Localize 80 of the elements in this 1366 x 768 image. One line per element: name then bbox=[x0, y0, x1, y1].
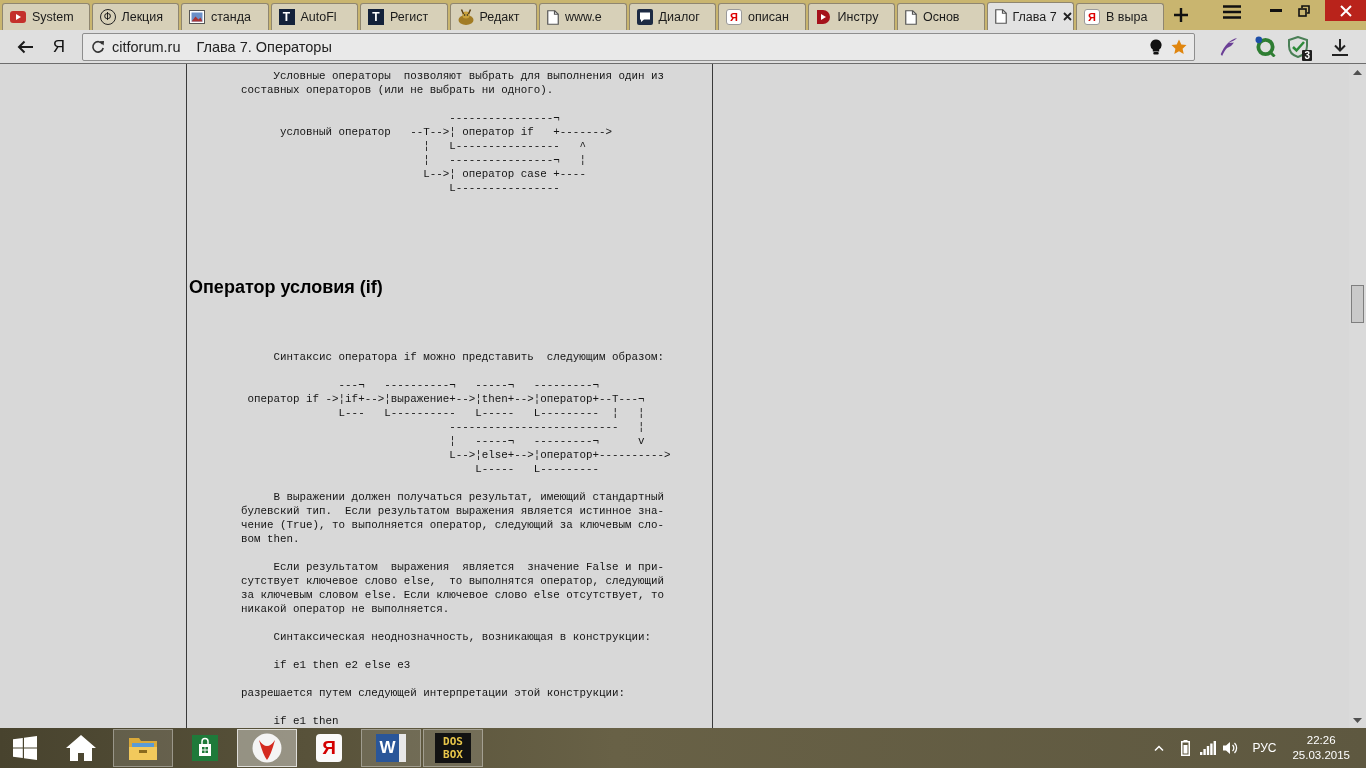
paragraph: В выражении должен получаться результат, имеющий стандартный булевский тип. Если результатом выражения является истинное зна- чение (True), то выполняется оператор, следующий за ключевым сло- вом then. bbox=[241, 490, 664, 546]
code-line: if e1 then e2 else e3 bbox=[273, 658, 411, 672]
feather-icon bbox=[1218, 36, 1238, 57]
browser-tab[interactable]: Глава 7 bbox=[986, 2, 1074, 30]
taskbar-button[interactable] bbox=[113, 729, 173, 767]
page-icon bbox=[905, 9, 917, 25]
caret-up-icon bbox=[1353, 69, 1362, 75]
letter-document-icon: W bbox=[376, 734, 406, 762]
close-icon[interactable] bbox=[1062, 12, 1072, 21]
browser-tab[interactable]: T AutoFl bbox=[270, 3, 358, 30]
letter-icon: T bbox=[278, 9, 295, 25]
address-field[interactable]: citforum.ru Глава 7. Операторы bbox=[82, 32, 1195, 61]
text-tile-icon: DOS BOX bbox=[435, 733, 471, 763]
chevron-up-icon[interactable] bbox=[1154, 745, 1165, 751]
window-panes-icon bbox=[13, 736, 37, 760]
paragraph: Условные операторы позволяют выбрать для выполнения один из составных операторов (или не выбрать ни одного). bbox=[241, 69, 664, 97]
logo-button[interactable]: Я bbox=[51, 32, 67, 61]
shopping-bag-icon bbox=[192, 735, 218, 761]
domain-text: citforum.ru bbox=[112, 38, 181, 55]
browser-tab[interactable]: Редакт bbox=[449, 3, 537, 30]
close-button[interactable] bbox=[1325, 0, 1366, 21]
taskbar-button[interactable] bbox=[237, 729, 297, 767]
taskbar-button[interactable]: DOS BOX bbox=[423, 729, 483, 767]
browser-tab[interactable]: System bbox=[2, 3, 90, 30]
browser-tab[interactable]: Я описан bbox=[718, 3, 806, 30]
scrollbar-thumb[interactable] bbox=[1351, 285, 1364, 323]
paragraph: Если результатом выражения является значение False и при- сутствует ключевое слово else, то выполнятся оператор, следующий за ключевым словом else. Если ключевое слово else отсутствует, то никакой оператор не выполняется. bbox=[241, 560, 664, 616]
browser-tab[interactable]: станда bbox=[181, 3, 269, 30]
letter-icon: Я bbox=[316, 734, 342, 762]
paragraph: Синтаксис оператора if можно представить следующим образом: bbox=[272, 350, 664, 364]
taskbar-button[interactable]: W bbox=[361, 729, 421, 767]
browser-tab[interactable]: www.e bbox=[539, 3, 627, 30]
star-icon[interactable] bbox=[1171, 38, 1187, 55]
browser-tab[interactable]: Основ bbox=[897, 3, 985, 30]
browser-tab[interactable]: Я В выра bbox=[1076, 3, 1164, 30]
ball-icon bbox=[252, 733, 282, 763]
extension-button[interactable]: 3 bbox=[1284, 32, 1312, 61]
shield-icon bbox=[1287, 35, 1309, 58]
download-icon bbox=[1331, 37, 1349, 56]
menu-icon bbox=[1223, 5, 1241, 19]
ring-icon bbox=[1254, 36, 1276, 57]
paragraph: разрешается путем следующей интерпретации этой конструкции: bbox=[241, 686, 625, 700]
home-icon bbox=[65, 734, 97, 762]
picture-icon bbox=[189, 10, 205, 24]
code-line: if e1 then bbox=[273, 714, 339, 728]
page-icon bbox=[547, 9, 559, 25]
paragraph: Синтаксическая неоднозначность, возникающая в конструкции: bbox=[272, 630, 651, 644]
play-icon bbox=[815, 9, 832, 25]
letter-icon: Я bbox=[726, 9, 742, 25]
reload-icon bbox=[91, 39, 105, 54]
restore-icon bbox=[1298, 4, 1310, 17]
signal-bars-icon[interactable] bbox=[1200, 741, 1217, 755]
clock-date: 25.03.2015 bbox=[1292, 748, 1350, 763]
language-indicator[interactable]: РУС bbox=[1252, 741, 1277, 755]
letter-icon: Я bbox=[1084, 9, 1100, 25]
section-heading: Оператор условия (if) bbox=[189, 276, 383, 298]
clock-time: 22:26 bbox=[1306, 733, 1336, 748]
play-icon bbox=[10, 11, 26, 23]
page-icon bbox=[994, 9, 1007, 24]
battery-icon[interactable] bbox=[1181, 740, 1191, 756]
browser-tab[interactable]: Ф Лекция bbox=[91, 3, 179, 30]
back-arrow-icon bbox=[17, 39, 33, 54]
folder-icon bbox=[128, 735, 158, 761]
letter-icon: T bbox=[368, 9, 384, 25]
minimize-icon bbox=[1270, 9, 1282, 12]
count-badge: 3 bbox=[1302, 49, 1312, 61]
chat-icon bbox=[636, 9, 653, 25]
taskbar-button[interactable]: Я bbox=[299, 729, 359, 767]
browser-tab[interactable]: Инстру bbox=[807, 3, 895, 30]
lightbulb-icon[interactable] bbox=[1150, 38, 1162, 55]
browser-tab[interactable]: Диалог bbox=[628, 3, 716, 30]
ascii-diagram: ----------------¬ условный оператор --T-->¦ оператор if +-------> ¦ L---------------- ^ ¦ ----------------¬ ¦ L-->¦ оператор case +---- L---------------- bbox=[279, 111, 612, 195]
page-title: Глава 7. Операторы bbox=[196, 38, 332, 55]
browser-tab[interactable]: T Регист bbox=[360, 3, 448, 30]
caret-down-icon bbox=[1353, 717, 1362, 723]
plus-icon bbox=[1173, 8, 1188, 22]
close-icon bbox=[1339, 4, 1352, 17]
creature-icon bbox=[457, 9, 474, 25]
ascii-diagram: ---¬ ----------¬ -----¬ ---------¬ оператор if ->¦if+-->¦выражение+-->¦then+-->¦оператор+--T---¬ L--- L---------- L----- L--------- ¦ ¦ -------------------------- ¦ ¦ -----¬ ---------¬ v L-->¦else+-->¦оператор+----------> L----- L--------- bbox=[246, 378, 671, 476]
speaker-icon[interactable] bbox=[1222, 741, 1239, 755]
